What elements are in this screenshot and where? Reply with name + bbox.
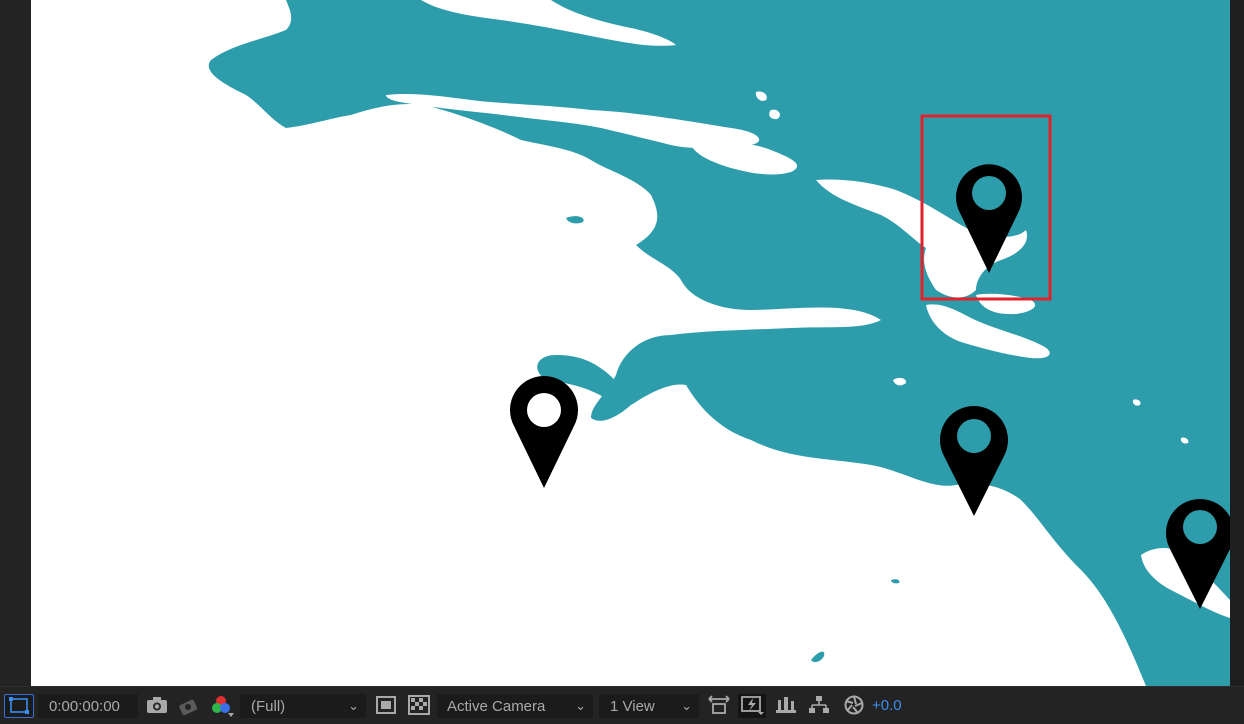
view-layout-dropdown[interactable]: 1 View ⌄ [599,694,699,718]
viewer-toolbar: 0:00:00:00 (Full) ⌄ Active Camera ⌄ 1 Vi… [0,686,1244,724]
reset-exposure-button[interactable] [842,694,866,718]
map-artwork [208,0,1230,686]
take-snapshot-button[interactable] [144,694,170,718]
resolution-value: (Full) [251,698,286,715]
timeline-button[interactable] [773,694,799,718]
fast-previews-button[interactable] [738,694,766,718]
water-speck-4 [891,579,900,584]
water-speck-3 [811,651,825,663]
composition-viewer-panel [0,0,1244,686]
flowchart-button[interactable] [806,694,832,718]
exposure-value[interactable]: +0.0 [872,694,912,718]
transparency-grid-icon [408,695,430,715]
exposure-value-text: +0.0 [872,697,902,714]
toggle-mask-icon [376,696,396,714]
composition-canvas[interactable] [31,0,1230,686]
resolution-dropdown[interactable]: (Full) ⌄ [240,694,366,718]
map-pin-left-icon[interactable] [510,376,578,488]
view-layout-value: 1 View [610,698,655,715]
chevron-down-icon: ⌄ [681,698,692,713]
chevron-down-icon: ⌄ [575,698,586,713]
water-shape [208,0,1230,686]
timeline-icon [776,697,796,713]
color-channels-icon [212,696,234,717]
water-speck-1 [566,216,584,224]
show-snapshot-button[interactable] [176,694,202,718]
pixel-aspect-icon [708,695,730,714]
flowchart-icon [809,696,829,713]
region-of-interest-icon [9,697,29,714]
toggle-mask-button[interactable] [374,694,398,718]
chevron-down-icon: ⌄ [348,698,359,713]
snapshot-camera-icon [147,697,167,713]
exposure-icon [844,695,864,715]
region-of-interest-button[interactable] [4,694,34,718]
viewer-right-edge [1230,0,1244,686]
fast-previews-icon [741,696,764,715]
timecode-value: 0:00:00:00 [49,698,120,715]
show-snapshot-icon [179,699,198,716]
camera-value: Active Camera [447,698,546,715]
pixel-aspect-button[interactable] [706,694,732,718]
timecode-field[interactable]: 0:00:00:00 [38,694,138,718]
transparency-grid-button[interactable] [406,694,432,718]
camera-dropdown[interactable]: Active Camera ⌄ [437,694,593,718]
color-channels-button[interactable] [208,694,236,718]
